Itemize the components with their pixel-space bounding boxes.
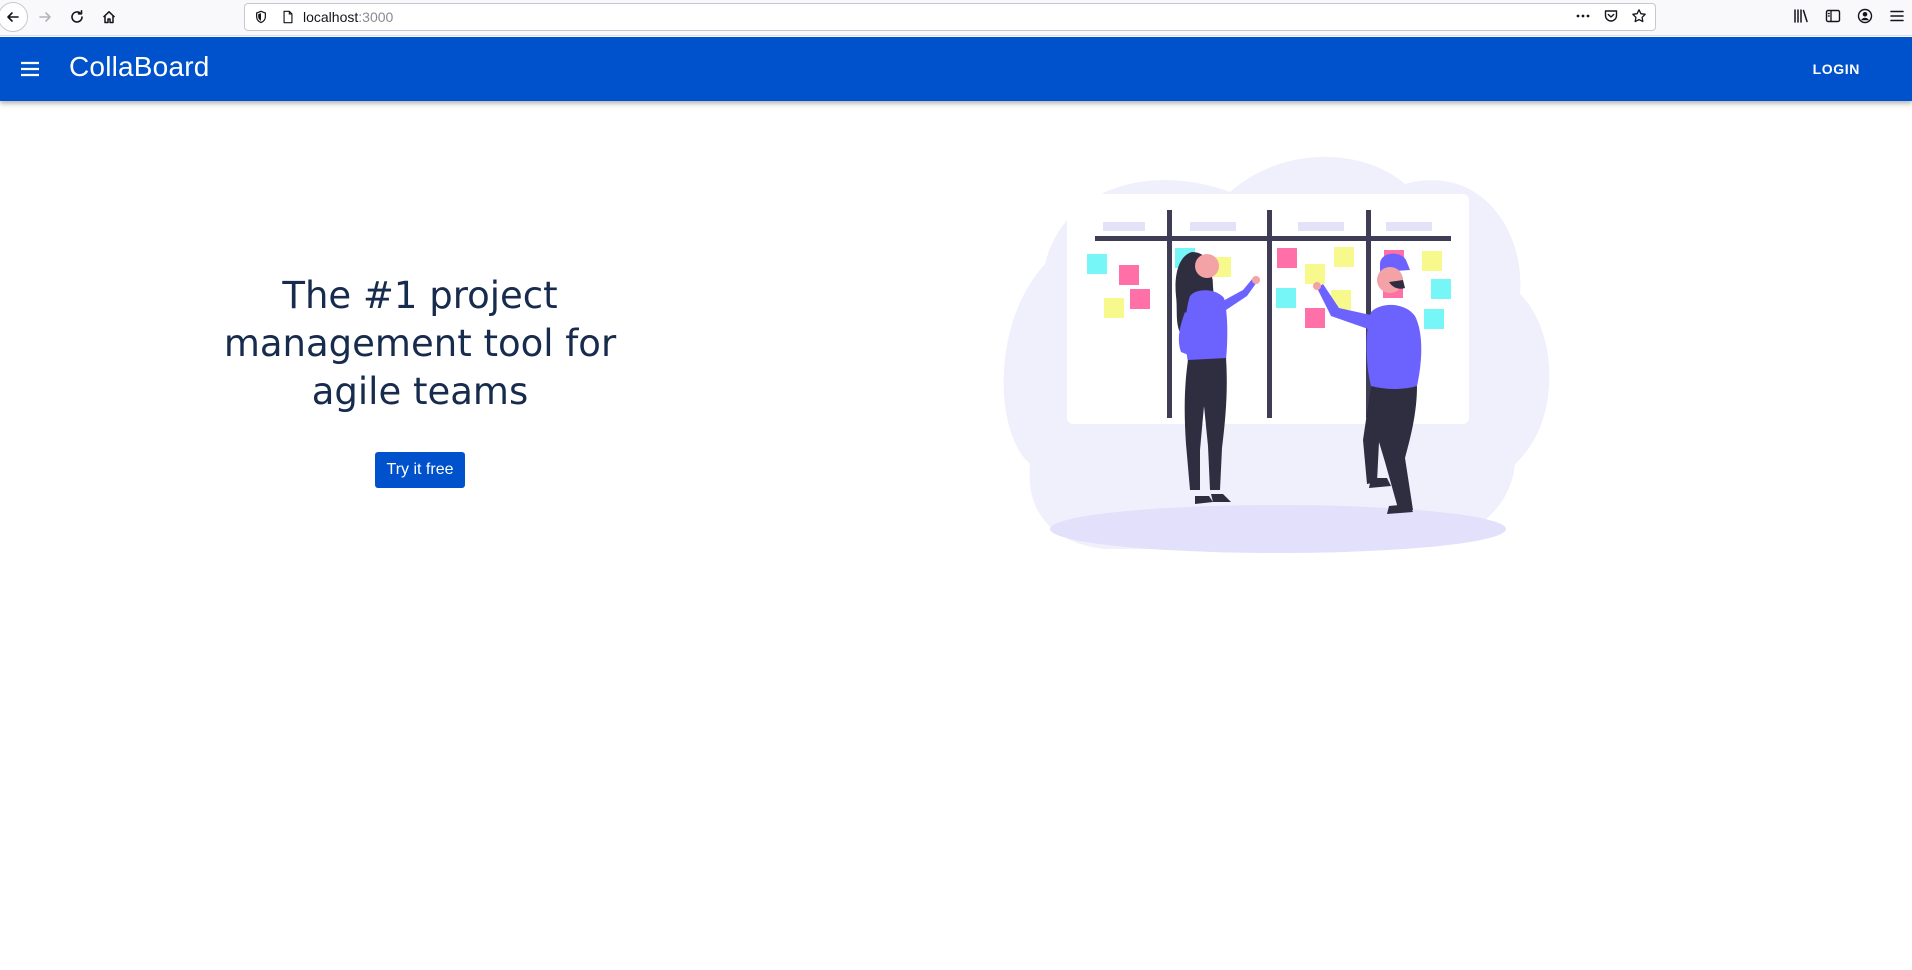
- pocket-icon[interactable]: [1603, 8, 1619, 24]
- page-info-icon[interactable]: [281, 10, 295, 24]
- app-menu-icon[interactable]: [1888, 7, 1906, 25]
- library-icon[interactable]: [1792, 7, 1810, 25]
- app-title: CollaBoard: [69, 51, 210, 82]
- url-port: :3000: [358, 9, 394, 25]
- reload-button[interactable]: [62, 2, 92, 32]
- address-bar[interactable]: localhost:3000: [244, 3, 1656, 31]
- bookmark-star-icon[interactable]: [1631, 8, 1647, 24]
- headline-line-1: The #1 project: [282, 274, 558, 317]
- hero-section: The #1 project management tool for agile…: [210, 272, 630, 488]
- more-actions-icon[interactable]: [1575, 8, 1591, 24]
- arrow-right-icon: [39, 12, 51, 22]
- url-host: localhost: [303, 9, 359, 25]
- arrow-left-icon: [7, 12, 19, 22]
- sidebar-icon[interactable]: [1824, 7, 1842, 25]
- back-button[interactable]: [0, 2, 28, 32]
- forward-button[interactable]: [30, 2, 60, 32]
- menu-button[interactable]: [14, 53, 46, 85]
- headline-line-2: management tool for: [223, 322, 617, 365]
- headline-line-3: agile teams: [311, 370, 529, 413]
- try-it-free-button[interactable]: Try it free: [374, 452, 466, 488]
- browser-toolbar: localhost:3000: [0, 0, 1912, 36]
- kanban-board-team-illustration: [1003, 156, 1550, 553]
- login-button[interactable]: LOGIN: [1809, 57, 1864, 81]
- home-button[interactable]: [94, 2, 124, 32]
- hamburger-menu-icon: [21, 61, 39, 77]
- url-text[interactable]: localhost:3000: [303, 9, 393, 25]
- reload-icon: [71, 10, 83, 23]
- account-icon[interactable]: [1856, 7, 1874, 25]
- hero-headline: The #1 project management tool for agile…: [210, 272, 630, 416]
- app-bar: CollaBoard LOGIN: [0, 37, 1912, 101]
- shield-icon[interactable]: [254, 10, 268, 24]
- home-icon: [102, 11, 116, 24]
